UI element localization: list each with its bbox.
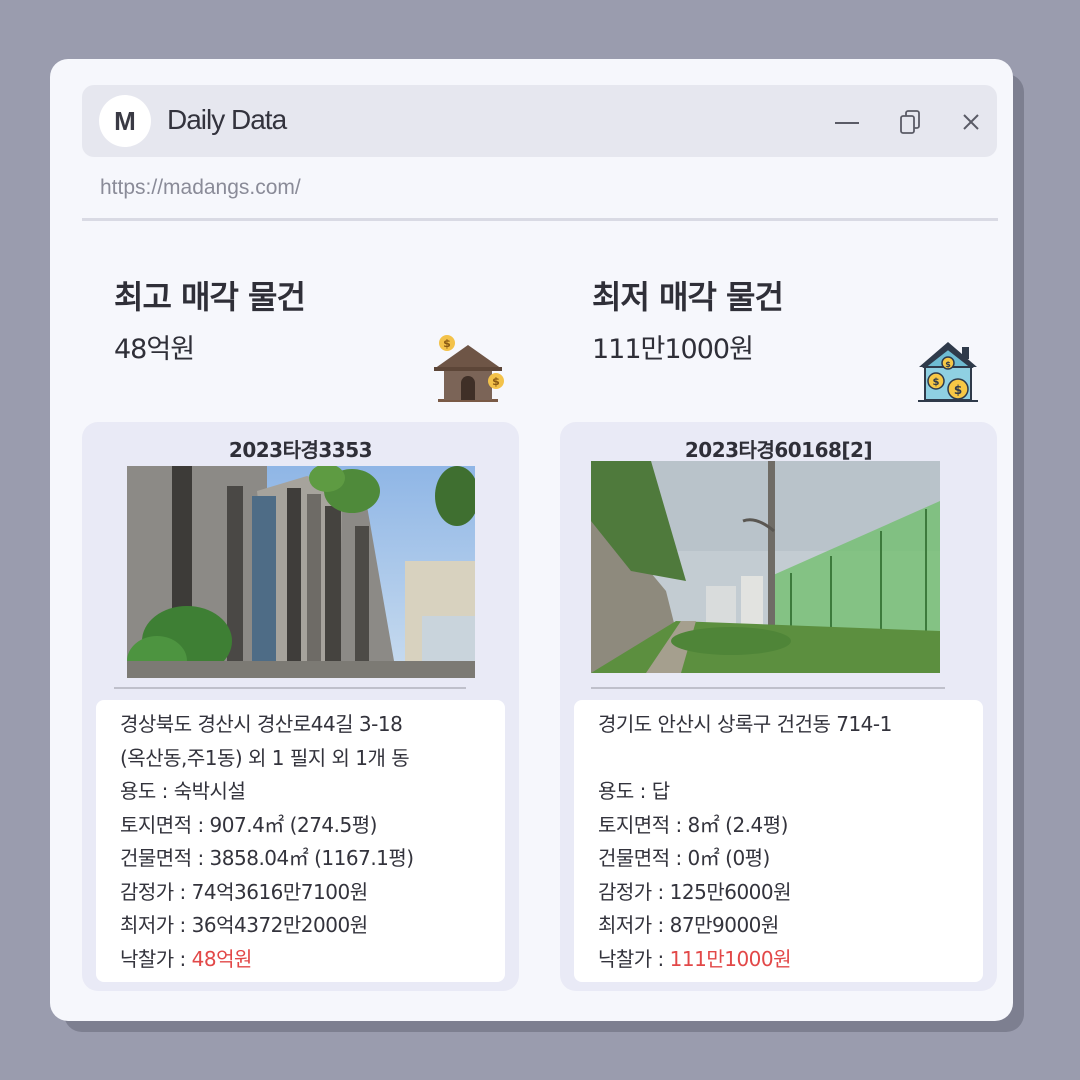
- lowest-amount: 111만1000원: [592, 334, 754, 365]
- svg-text:$: $: [443, 337, 451, 350]
- minimum-price: 최저가 : 36억4372만2000원: [120, 913, 368, 937]
- address-line-2: [598, 742, 983, 776]
- svg-text:$: $: [933, 377, 940, 388]
- winning-bid-label: 낙찰가 :: [120, 946, 192, 971]
- property-photo: [591, 461, 940, 673]
- case-number[interactable]: 2023타경3353: [82, 434, 519, 463]
- building-area: 건물면적 : 0㎡ (0평): [598, 846, 770, 870]
- appraisal-price: 감정가 : 125만6000원: [598, 879, 792, 904]
- restore-icon[interactable]: [896, 107, 926, 137]
- title-bar: M Daily Data: [82, 85, 997, 157]
- usage: 용도 : 숙박시설: [120, 779, 246, 803]
- appraisal-price: 감정가 : 74억3616만7100원: [120, 879, 368, 904]
- address-line-1: 경기도 안산시 상록구 건건동 714-1: [598, 712, 892, 736]
- app-window: M Daily Data https://madangs.com/ 최고 매각 …: [50, 59, 1013, 1021]
- lowest-property-card[interactable]: 2023타경60168[2] 경기도 안산시 상록구 건건동 714-1 용도 …: [560, 422, 997, 991]
- case-number[interactable]: 2023타경60168[2]: [560, 434, 997, 463]
- app-logo: M: [99, 95, 151, 147]
- highest-heading: 최고 매각 물건: [114, 278, 306, 316]
- house-money-icon: $ $: [434, 335, 504, 402]
- property-info: 경상북도 경산시 경산로44길 3-18 (옥산동,주1동) 외 1 필지 외 …: [96, 700, 505, 982]
- header-divider: [82, 218, 998, 221]
- winning-bid-value: 48억원: [191, 946, 253, 971]
- address-line-1: 경상북도 경산시 경산로44길 3-18: [120, 712, 403, 736]
- card-divider: [114, 687, 466, 689]
- land-area: 토지면적 : 907.4㎡ (274.5평): [120, 812, 377, 837]
- minimum-price: 최저가 : 87만9000원: [598, 913, 779, 937]
- address-line-2: (옥산동,주1동) 외 1 필지 외 1개 동: [120, 745, 410, 770]
- winning-bid-label: 낙찰가 :: [598, 946, 670, 971]
- url-text[interactable]: https://madangs.com/: [100, 176, 301, 200]
- close-icon[interactable]: [956, 107, 986, 137]
- usage: 용도 : 답: [598, 779, 670, 803]
- highest-amount: 48억원: [114, 334, 195, 365]
- svg-text:$: $: [945, 360, 951, 369]
- app-title: Daily Data: [167, 104, 287, 135]
- svg-text:$: $: [954, 383, 962, 397]
- winning-bid: 낙찰가 : 111만1000원: [598, 943, 983, 977]
- land-area: 토지면적 : 8㎡ (2.4평): [598, 812, 788, 837]
- lowest-heading: 최저 매각 물건: [592, 278, 784, 316]
- svg-text:$: $: [492, 375, 500, 388]
- winning-bid-value: 111만1000원: [669, 946, 792, 971]
- winning-bid: 낙찰가 : 48억원: [120, 943, 505, 977]
- property-photo: [127, 466, 475, 678]
- house-coins-icon: $ $ $: [918, 342, 978, 402]
- property-info: 경기도 안산시 상록구 건건동 714-1 용도 : 답 토지면적 : 8㎡ (…: [574, 700, 983, 982]
- building-area: 건물면적 : 3858.04㎡ (1167.1평): [120, 846, 414, 870]
- highest-property-card[interactable]: 2023타경3353 경상북도 경산시 경산로44길 3-18 (옥산동,주1동…: [82, 422, 519, 991]
- minimize-icon[interactable]: [832, 107, 862, 137]
- card-divider: [591, 687, 945, 689]
